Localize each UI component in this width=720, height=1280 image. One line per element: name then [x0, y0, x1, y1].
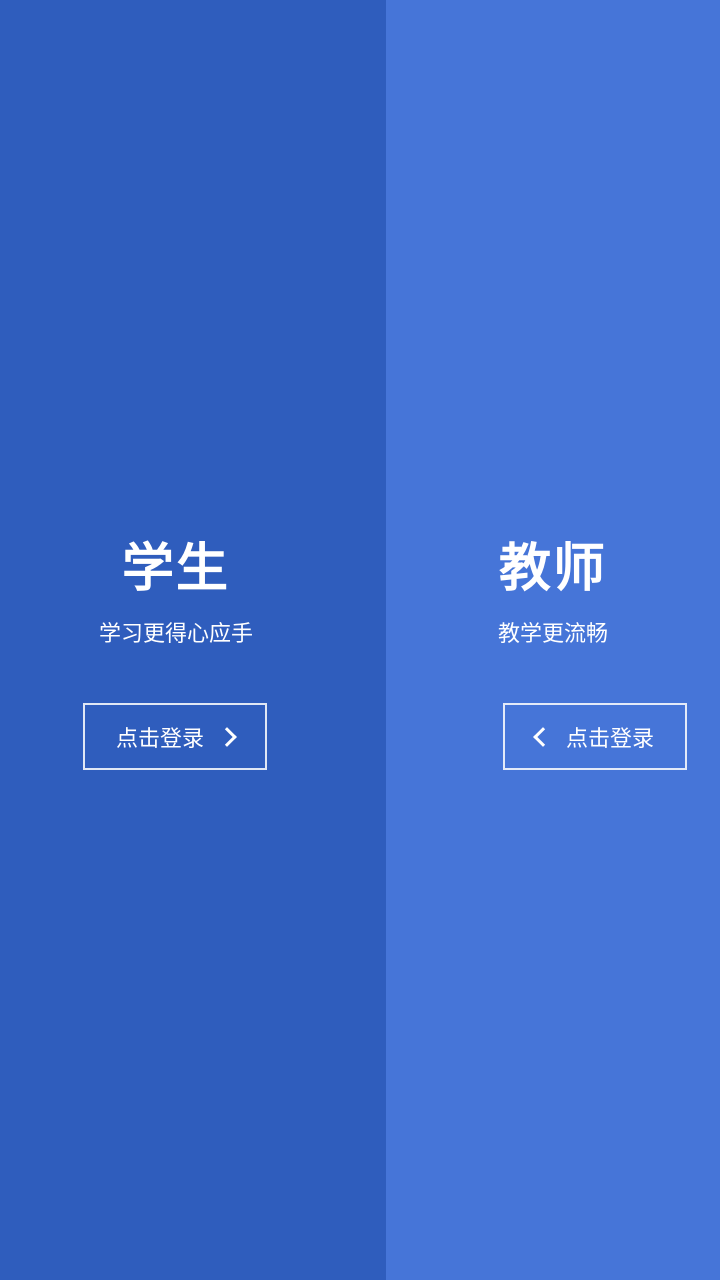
teacher-login-label: 点击登录: [565, 726, 654, 752]
student-title: 学生: [121, 539, 230, 599]
teacher-panel[interactable]: 教师 教学更流畅 点击登录: [386, 0, 720, 1280]
teacher-login-button[interactable]: 点击登录: [503, 703, 687, 770]
student-login-button[interactable]: 点击登录: [83, 703, 267, 770]
teacher-subtitle: 教学更流畅: [497, 622, 608, 647]
chevron-right-icon: [217, 726, 237, 747]
student-subtitle: 学习更得心应手: [98, 622, 253, 647]
role-select-screen: 学生 学习更得心应手 点击登录 教师 教学更流畅 点击登录: [0, 0, 720, 1280]
teacher-title: 教师: [498, 539, 607, 599]
chevron-left-icon: [533, 726, 553, 747]
student-panel[interactable]: 学生 学习更得心应手 点击登录: [0, 0, 386, 1280]
student-login-label: 点击登录: [115, 726, 204, 752]
